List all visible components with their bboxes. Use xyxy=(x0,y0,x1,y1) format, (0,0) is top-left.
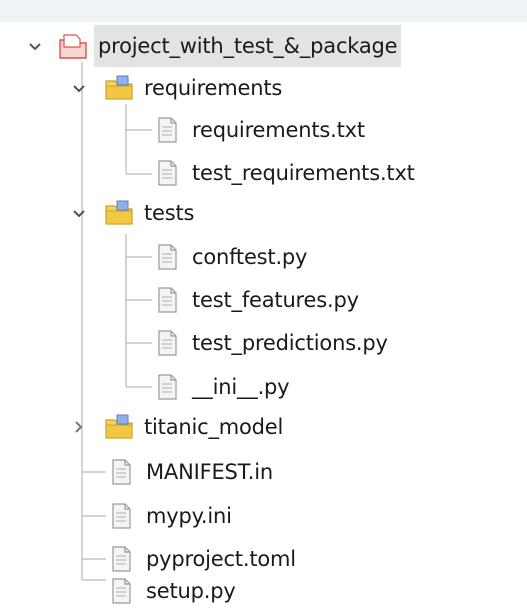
tree-node-titanic-model[interactable]: titanic_model xyxy=(104,406,287,448)
tree-node-file[interactable]: __ini__.py xyxy=(152,366,293,408)
collapse-chevron-requirements[interactable] xyxy=(70,80,88,98)
collapse-chevron-tests[interactable] xyxy=(70,205,88,223)
tree-node-label: mypy.ini xyxy=(146,504,232,528)
tree-node-file[interactable]: requirements.txt xyxy=(152,109,369,151)
tree-node-file[interactable]: conftest.py xyxy=(152,236,311,278)
tree-node-label: test_requirements.txt xyxy=(192,161,415,185)
tree-node-file[interactable]: MANIFEST.in xyxy=(106,451,277,493)
tree-node-label: test_features.py xyxy=(192,288,359,312)
tree-node-label: requirements.txt xyxy=(192,118,365,142)
tree-node-tests[interactable]: tests xyxy=(104,192,198,234)
tree-node-file[interactable]: test_predictions.py xyxy=(152,322,392,364)
text-file-icon xyxy=(112,503,131,529)
text-file-icon xyxy=(112,459,131,485)
chevron-right-icon xyxy=(75,421,83,433)
tree-node-label: requirements xyxy=(144,76,283,100)
text-file-icon xyxy=(112,578,131,604)
text-file-icon xyxy=(158,287,177,313)
tree-node-label: conftest.py xyxy=(192,245,308,269)
tree-node-file[interactable]: test_features.py xyxy=(152,279,363,321)
text-file-icon xyxy=(158,330,177,356)
package-folder-icon xyxy=(105,75,133,100)
package-folder-icon xyxy=(105,200,133,225)
tree-node-root[interactable]: project_with_test_&_package xyxy=(58,25,402,67)
tree-node-file[interactable]: mypy.ini xyxy=(106,495,236,537)
chevron-down-icon xyxy=(73,210,85,218)
tree-node-label: __ini__.py xyxy=(192,375,290,399)
text-file-icon xyxy=(158,244,177,270)
tree-node-label: test_predictions.py xyxy=(192,331,388,355)
project-icon xyxy=(59,34,87,59)
project-explorer-tree: project_with_test_&_package requirements… xyxy=(0,0,527,613)
chevron-down-icon xyxy=(73,85,85,93)
text-file-icon xyxy=(158,160,177,186)
tree-node-file[interactable]: setup.py xyxy=(106,570,240,612)
text-file-icon xyxy=(158,374,177,400)
text-file-icon xyxy=(158,117,177,143)
tree-node-label: titanic_model xyxy=(144,415,284,439)
chevron-down-icon xyxy=(29,43,41,51)
tree-node-label: tests xyxy=(144,201,195,225)
tree-node-label: MANIFEST.in xyxy=(146,460,274,484)
expand-chevron-titanic-model[interactable] xyxy=(70,418,88,436)
tree-node-requirements[interactable]: requirements xyxy=(104,67,286,109)
package-folder-icon xyxy=(105,414,133,439)
tree-node-file[interactable]: test_requirements.txt xyxy=(152,152,419,194)
collapse-chevron-root[interactable] xyxy=(26,38,44,56)
tree-node-label: setup.py xyxy=(146,579,236,603)
text-file-icon xyxy=(112,546,131,572)
tree-node-label: project_with_test_&_package xyxy=(94,25,402,67)
